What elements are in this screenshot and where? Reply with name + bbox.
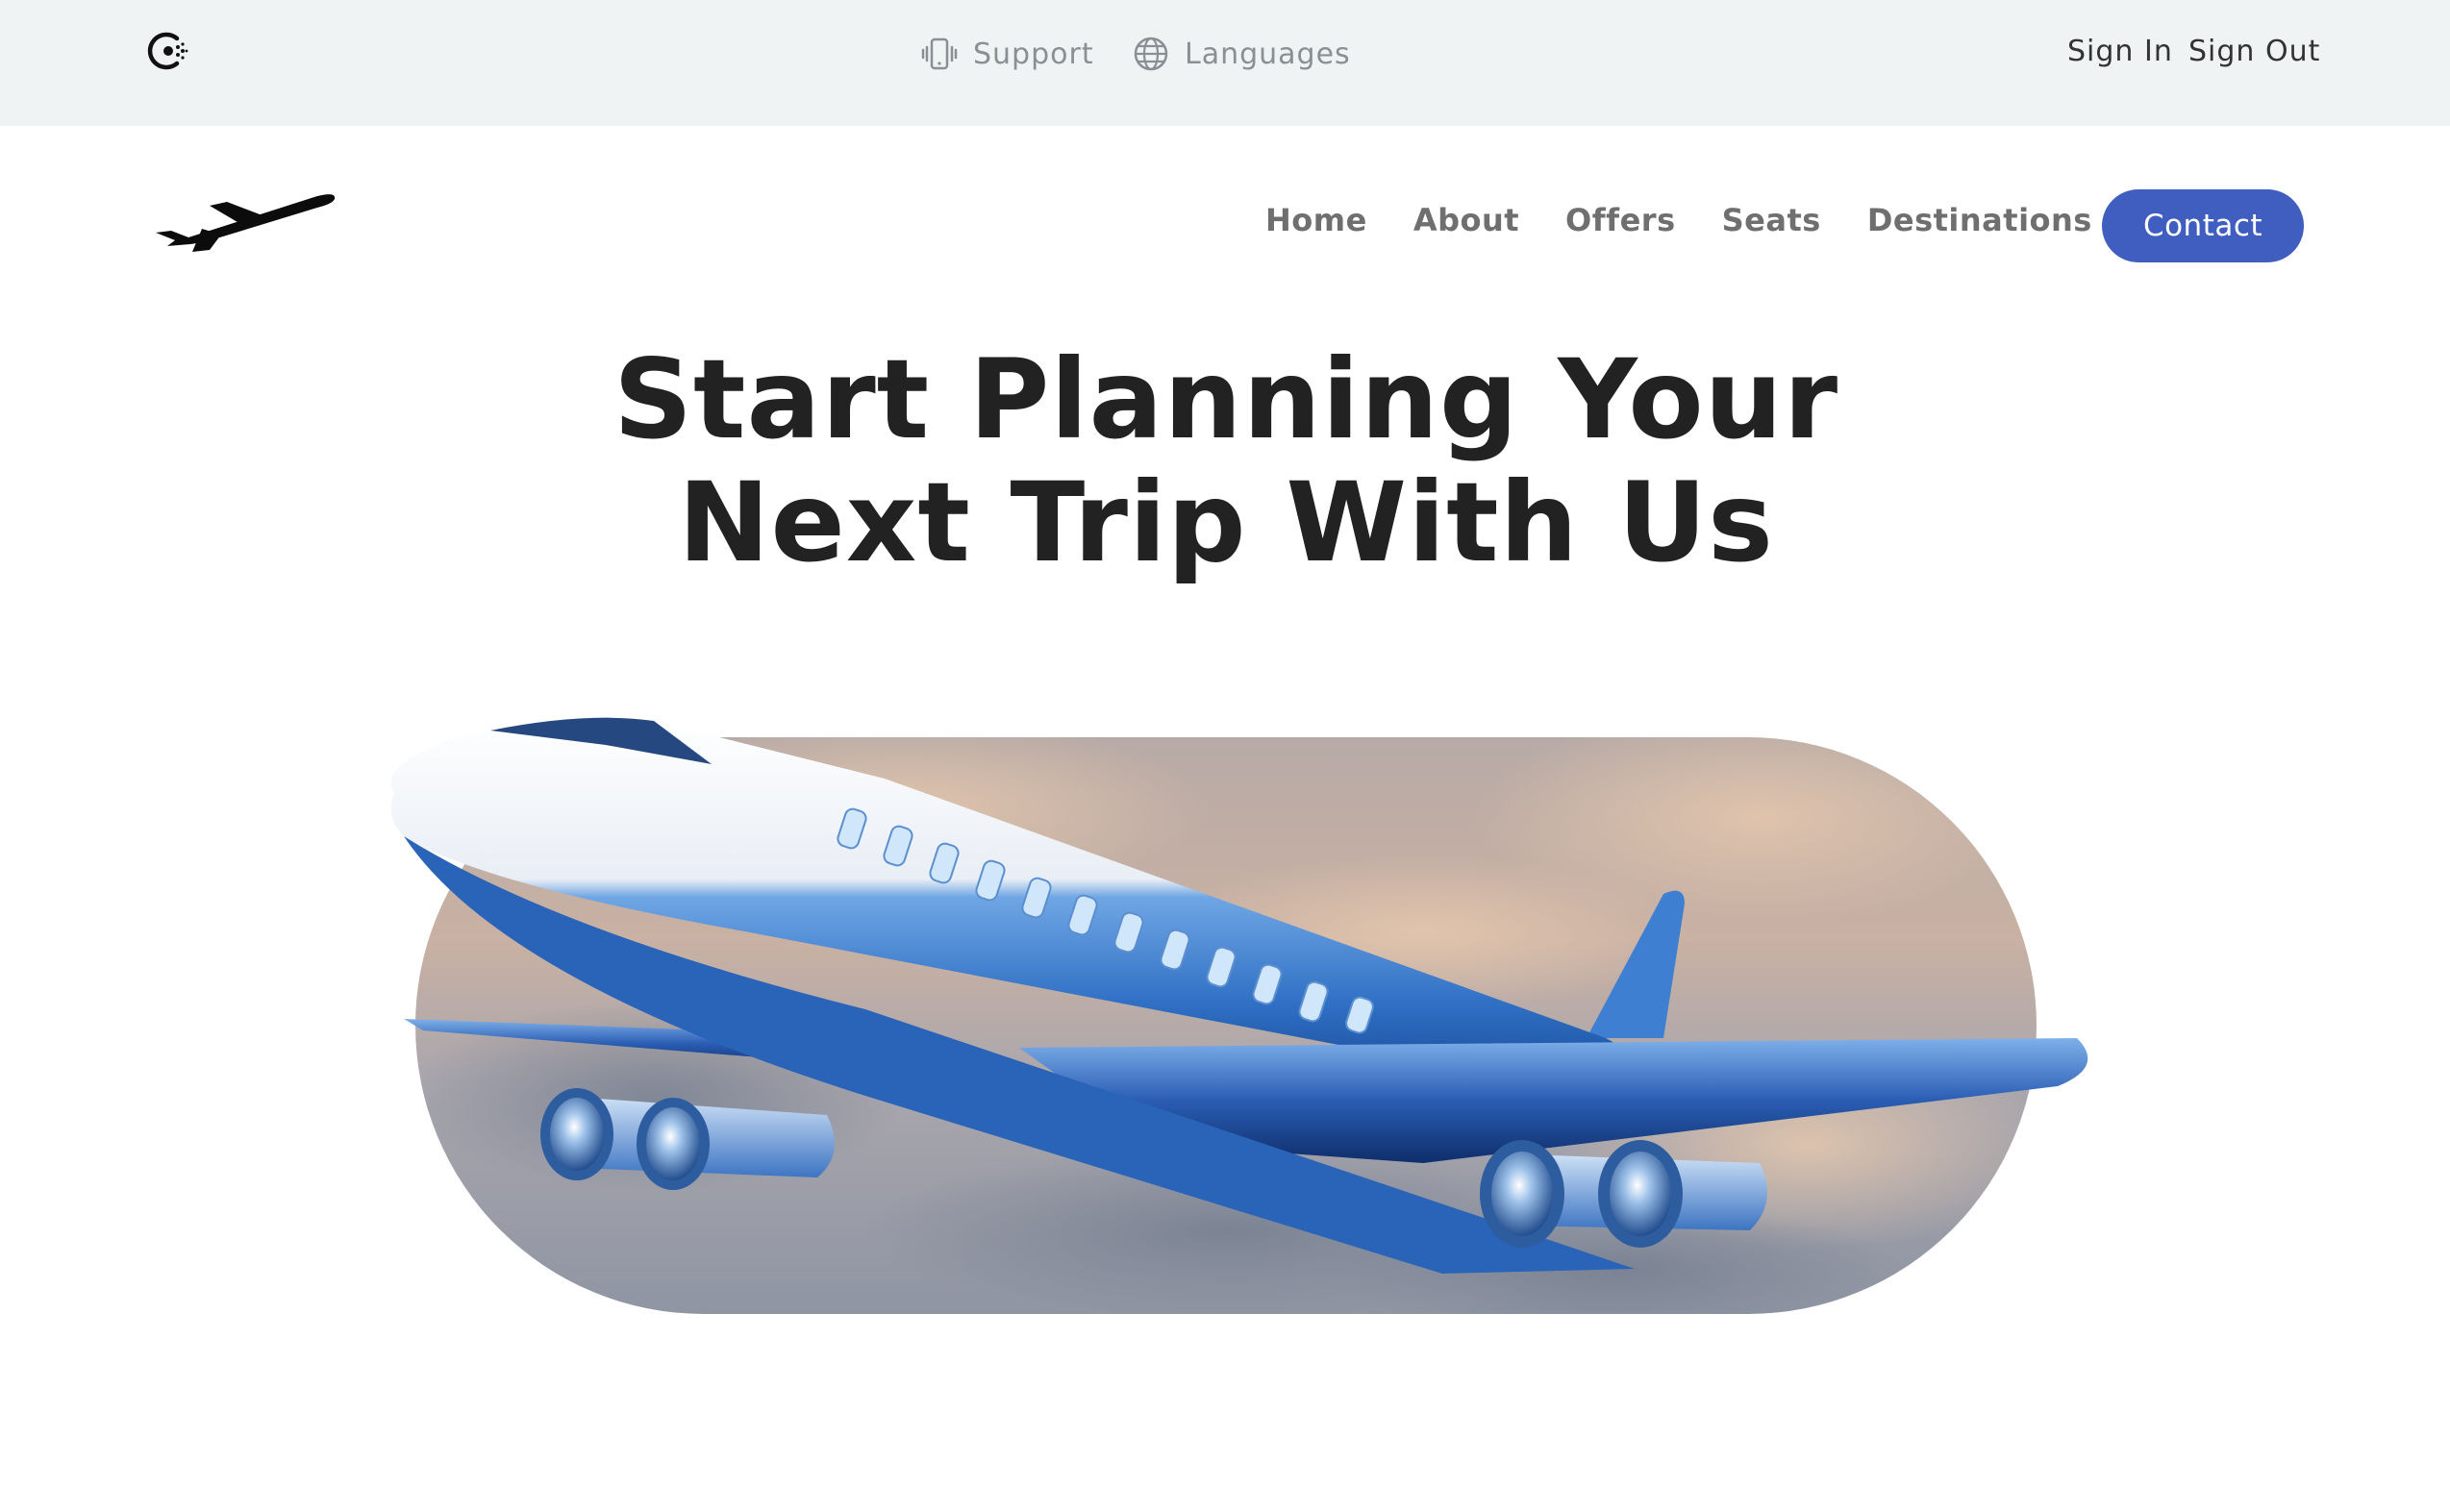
hero-airplane-image <box>390 717 2088 1314</box>
phone-vibrate-icon <box>921 37 958 70</box>
languages-link[interactable]: Languages <box>1131 33 1351 75</box>
hero-title-line-2: Next Trip With Us <box>678 459 1774 586</box>
support-link[interactable]: Support <box>919 33 1094 75</box>
nav-destinations[interactable]: Destinations <box>1867 202 2092 238</box>
contact-button[interactable]: Contact <box>2102 189 2304 262</box>
nav-offers[interactable]: Offers <box>1565 202 1676 238</box>
brand-logo-icon[interactable] <box>144 27 192 75</box>
support-label: Support <box>973 37 1094 71</box>
main-nav: Home About Offers Seats Destinations <box>1265 202 2092 238</box>
hero-title: Start Planning Your Next Trip With Us <box>577 338 1875 584</box>
airplane-logo-icon[interactable] <box>154 183 346 260</box>
nav-home[interactable]: Home <box>1265 202 1367 238</box>
utility-bar: Support Languages Sign In Sign Out <box>0 0 2450 126</box>
sign-out-link[interactable]: Sign Out <box>2188 35 2320 68</box>
nav-about[interactable]: About <box>1413 202 1519 238</box>
nav-seats[interactable]: Seats <box>1722 202 1821 238</box>
sign-in-link[interactable]: Sign In <box>2067 35 2173 68</box>
languages-label: Languages <box>1185 37 1351 71</box>
globe-icon <box>1134 37 1168 71</box>
hero-title-line-1: Start Planning Your <box>612 335 1839 463</box>
